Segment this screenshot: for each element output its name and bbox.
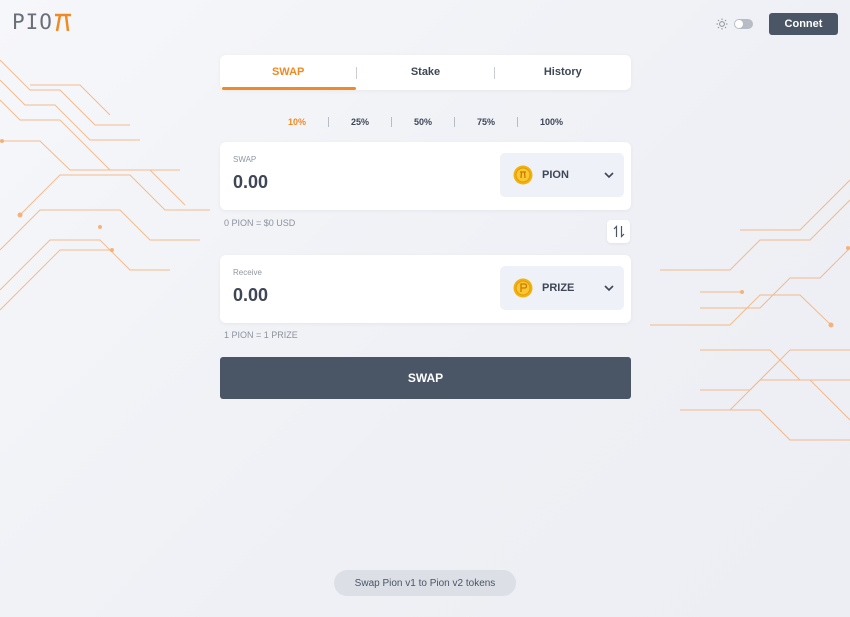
chevron-down-icon <box>604 171 614 178</box>
swap-button[interactable]: SWAP <box>220 357 631 399</box>
pct-50-button[interactable]: 50% <box>392 117 454 127</box>
swap-from-card: SWAP 0.00 PION <box>220 142 631 210</box>
from-token-name: PION <box>542 169 569 181</box>
connect-button[interactable]: Connet <box>769 13 838 35</box>
chevron-down-icon <box>604 284 614 291</box>
tab-history[interactable]: History <box>495 55 631 90</box>
swap-amount-input[interactable]: 0.00 <box>233 172 268 193</box>
swap-direction-button[interactable] <box>607 220 630 243</box>
tab-bar: SWAP Stake History <box>220 55 631 90</box>
pct-10-button[interactable]: 10% <box>266 117 328 127</box>
header-actions: Connet <box>716 13 838 35</box>
pion-coin-icon <box>513 165 533 185</box>
from-token-select[interactable]: PION <box>500 153 624 197</box>
receive-amount: 0.00 <box>233 285 269 305</box>
pct-25-button[interactable]: 25% <box>329 117 391 127</box>
percentage-selector: 10% 25% 50% 75% 100% <box>220 117 631 127</box>
logo[interactable]: PIO <box>12 10 72 34</box>
swap-to-card: Receive 0.00 PRIZE <box>220 255 631 323</box>
to-token-name: PRIZE <box>542 282 575 294</box>
receive-label: Receive <box>233 268 262 277</box>
theme-toggle[interactable] <box>734 19 753 29</box>
tab-swap[interactable]: SWAP <box>220 55 357 90</box>
swap-arrows-icon <box>613 225 624 238</box>
to-rate-text: 1 PION = 1 PRIZE <box>224 330 298 340</box>
logo-text: PIO <box>12 10 53 34</box>
pct-100-button[interactable]: 100% <box>518 117 585 127</box>
from-rate-text: 0 PION = $0 USD <box>224 218 296 228</box>
toggle-knob <box>735 20 743 28</box>
to-token-select[interactable]: PRIZE <box>500 266 624 310</box>
migrate-tokens-link[interactable]: Swap Pion v1 to Pion v2 tokens <box>334 570 516 596</box>
pct-75-button[interactable]: 75% <box>455 117 517 127</box>
swap-from-label: SWAP <box>233 155 257 164</box>
sun-icon <box>716 18 728 30</box>
pi-logo-icon <box>54 13 71 32</box>
tab-stake[interactable]: Stake <box>357 55 493 90</box>
prize-coin-icon <box>513 278 533 298</box>
